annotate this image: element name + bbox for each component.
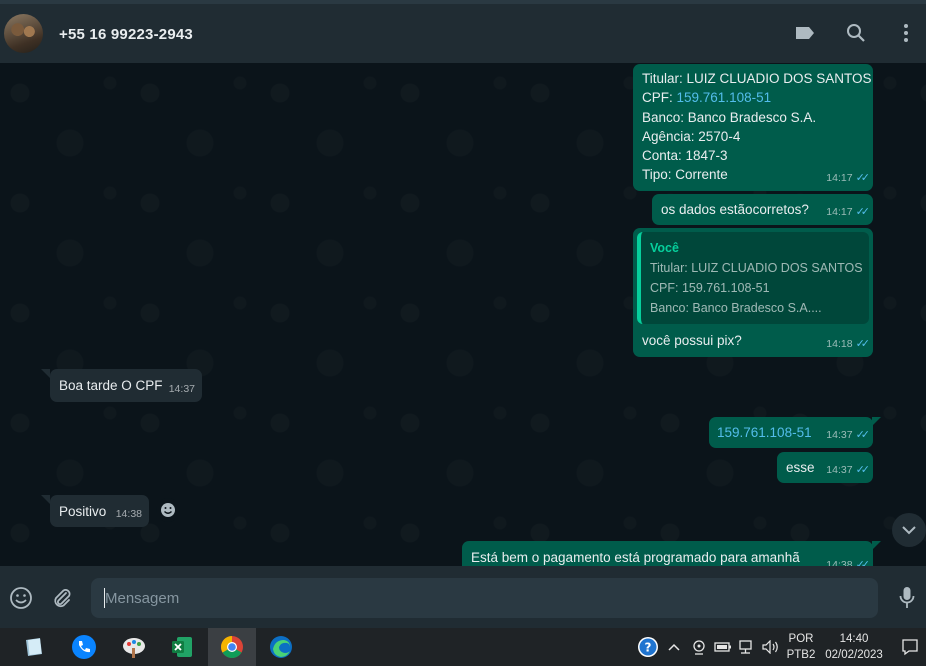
notes-icon: [26, 638, 42, 656]
read-tick-icon: ✓✓: [855, 205, 871, 218]
taskbar-app-phone[interactable]: [60, 628, 108, 666]
svg-text:?: ?: [645, 641, 652, 655]
chat-header: +55 16 99223-2943: [0, 4, 926, 63]
clock[interactable]: 14:40 02/02/2023: [822, 631, 886, 663]
webcam-icon[interactable]: [689, 628, 709, 666]
message-payment[interactable]: Está bem o pagamento está programado par…: [462, 541, 873, 566]
chrome-icon: [221, 636, 243, 658]
battery-icon[interactable]: [712, 628, 734, 666]
message-line: Conta: 1847-3: [642, 148, 728, 164]
volume-icon[interactable]: [760, 628, 782, 666]
bubble-tail: [872, 541, 881, 550]
bubble-tail: [41, 495, 50, 504]
message-incoming-cpf[interactable]: Boa tarde O CPF 14:37: [50, 369, 202, 402]
clock-time: 14:40: [839, 633, 869, 645]
taskbar-app-paint[interactable]: [110, 628, 158, 666]
message-input-box[interactable]: [91, 578, 878, 618]
contact-name[interactable]: +55 16 99223-2943: [59, 26, 193, 43]
read-tick-icon: ✓✓: [855, 337, 871, 350]
compose-bar: [0, 566, 926, 628]
taskbar-app-edge[interactable]: [257, 628, 305, 666]
quote-line: CPF: 159.761.108-51: [650, 281, 770, 295]
message-line: Banco: Banco Bradesco S.A.: [642, 109, 817, 125]
keyboard-layout: PTB2: [786, 649, 816, 661]
quote-line: Titular: LUIZ CLUADIO DOS SANTOS: [650, 261, 863, 275]
taskbar-app-chrome[interactable]: [208, 628, 256, 666]
bubble-tail: [41, 369, 50, 378]
message-text: os dados estãocorretos?: [661, 202, 809, 217]
message-time: 14:38 ✓✓: [826, 556, 871, 566]
reaction-icon[interactable]: [156, 498, 180, 522]
bubble-tail: [872, 417, 881, 426]
mic-icon[interactable]: [893, 584, 921, 612]
help-icon[interactable]: ?: [636, 628, 660, 666]
message-pix-reply[interactable]: Você Titular: LUIZ CLUADIO DOS SANTOS CP…: [633, 228, 873, 357]
message-text: Está bem o pagamento está programado par…: [471, 550, 800, 565]
message-time: 14:38: [115, 507, 142, 520]
chat-area[interactable]: Titular: LUIZ CLUADIO DOS SANTOS CPF: 15…: [0, 63, 926, 566]
phone-icon: [72, 635, 96, 659]
language-code: POR: [788, 633, 814, 645]
tray-expand-icon[interactable]: [664, 628, 684, 666]
message-line: Agência: 2570-4: [642, 128, 741, 144]
message-text: Positivo: [59, 504, 107, 519]
read-tick-icon: ✓✓: [855, 558, 871, 566]
quote-line: Banco: Banco Bradesco S.A....: [650, 301, 822, 315]
quoted-message[interactable]: Você Titular: LUIZ CLUADIO DOS SANTOS CP…: [637, 232, 869, 324]
avatar[interactable]: [4, 14, 43, 53]
clock-date: 02/02/2023: [825, 649, 883, 661]
message-text: Boa tarde O CPF: [59, 378, 163, 393]
message-esse[interactable]: esse 14:37 ✓✓: [777, 452, 873, 483]
message-time: 14:17 ✓✓: [826, 169, 871, 188]
message-text: você possui pix?: [642, 333, 742, 348]
quote-author: Você: [650, 241, 679, 255]
message-text: esse: [786, 460, 815, 475]
message-time: 14:17 ✓✓: [826, 203, 871, 222]
message-time: 14:18 ✓✓: [826, 335, 871, 354]
windows-taskbar: ? POR PTB2 14:40 02/02/2023: [0, 628, 926, 666]
read-tick-icon: ✓✓: [855, 463, 871, 476]
read-tick-icon: ✓✓: [855, 428, 871, 441]
attach-icon[interactable]: [48, 584, 76, 612]
language-indicator[interactable]: POR PTB2: [784, 631, 818, 663]
read-tick-icon: ✓✓: [855, 171, 871, 184]
message-line: Titular: LUIZ CLUADIO DOS SANTOS: [642, 71, 872, 86]
message-bank-details[interactable]: Titular: LUIZ CLUADIO DOS SANTOS CPF: 15…: [633, 64, 873, 191]
search-icon[interactable]: [843, 20, 869, 46]
message-time: 14:37 ✓✓: [826, 426, 871, 445]
message-positivo[interactable]: Positivo 14:38: [50, 495, 149, 527]
message-time: 14:37: [168, 382, 195, 395]
message-cpf-sent[interactable]: 159.761.108-51 14:37 ✓✓: [709, 417, 873, 448]
message-time: 14:37 ✓✓: [826, 461, 871, 480]
message-data-check[interactable]: os dados estãocorretos? 14:17 ✓✓: [652, 194, 873, 225]
message-line: CPF: 159.761.108-51: [642, 90, 772, 106]
notifications-icon[interactable]: [898, 628, 922, 666]
emoji-icon[interactable]: [7, 584, 35, 612]
taskbar-app-notes[interactable]: [10, 628, 58, 666]
cpf-link[interactable]: 159.761.108-51: [677, 90, 772, 105]
network-icon[interactable]: [736, 628, 758, 666]
taskbar-app-excel[interactable]: [158, 628, 206, 666]
edge-icon: [270, 636, 292, 658]
menu-icon[interactable]: [893, 20, 919, 46]
message-input[interactable]: [91, 578, 878, 618]
cpf-link[interactable]: 159.761.108-51: [717, 423, 812, 442]
excel-icon: [172, 637, 192, 657]
scroll-down-button[interactable]: [892, 513, 926, 547]
paint-icon: [123, 638, 145, 658]
chevron-down-icon: [902, 526, 916, 535]
label-icon[interactable]: [792, 20, 818, 46]
